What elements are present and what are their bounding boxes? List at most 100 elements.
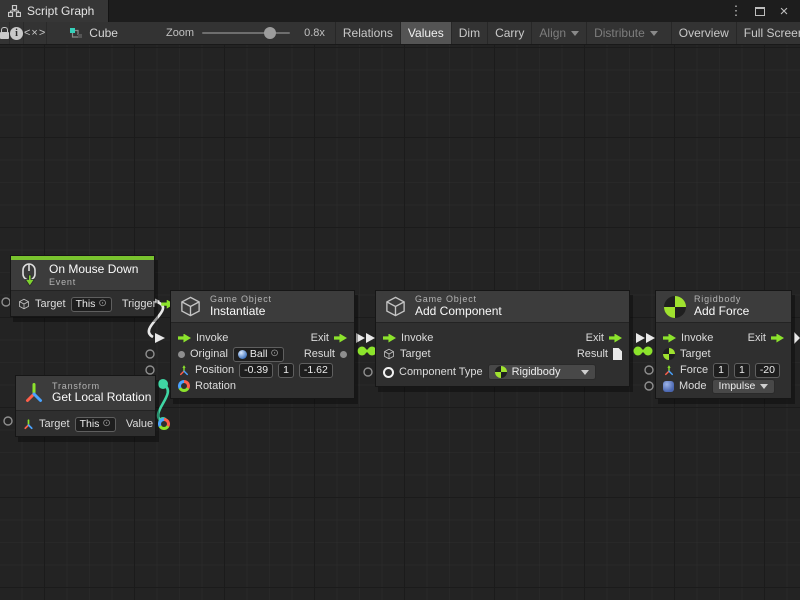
rotation-output-port[interactable] bbox=[158, 418, 170, 430]
maximize-icon[interactable] bbox=[750, 2, 770, 20]
target-port-label: Target bbox=[400, 348, 431, 360]
value-port-label: Value bbox=[126, 418, 153, 430]
title-bar: Script Graph ⋮ × bbox=[0, 0, 800, 22]
zoom-value: 0.8x bbox=[304, 27, 325, 39]
mode-dropdown[interactable]: Impulse bbox=[712, 379, 776, 394]
mode-port-label: Mode bbox=[679, 380, 707, 392]
node-title: Get Local Rotation bbox=[52, 391, 151, 405]
node-title: On Mouse Down bbox=[49, 263, 138, 277]
node-instantiate[interactable]: Game Object Instantiate Invoke Exit Orig… bbox=[170, 290, 355, 399]
tab-title: Script Graph bbox=[27, 4, 94, 18]
force-mode-icon bbox=[663, 381, 674, 392]
node-on-mouse-down[interactable]: On Mouse Down Event Target This ⊙ Trigge… bbox=[10, 255, 155, 317]
invoke-input-port[interactable] bbox=[663, 334, 676, 343]
invoke-port-label: Invoke bbox=[196, 332, 228, 344]
force-z-field[interactable]: -20 bbox=[755, 363, 780, 378]
component-type-dropdown[interactable]: Rigidbody bbox=[488, 364, 596, 380]
game-object-icon bbox=[18, 298, 30, 310]
position-x-field[interactable]: -0.39 bbox=[239, 363, 273, 378]
exit-port-label: Exit bbox=[311, 332, 329, 344]
align-button[interactable]: Align bbox=[531, 22, 586, 44]
graph-name: Cube bbox=[89, 26, 118, 40]
lock-button[interactable] bbox=[0, 22, 10, 44]
original-port-label: Original bbox=[190, 348, 228, 360]
component-type-input-port[interactable] bbox=[383, 367, 394, 378]
graph-toolbar: i <×> Cube Zoom 0.8x Relations Values Di… bbox=[0, 22, 800, 45]
target-value-field[interactable]: This ⊙ bbox=[75, 417, 116, 432]
code-preview-button[interactable]: <×> bbox=[24, 22, 47, 44]
rigidbody-icon bbox=[664, 296, 686, 318]
node-add-component[interactable]: Game Object Add Component Invoke Exit Ta… bbox=[375, 290, 630, 387]
dim-button[interactable]: Dim bbox=[451, 22, 487, 44]
graph-reference[interactable]: Cube bbox=[69, 22, 118, 44]
original-value-field[interactable]: Ball ⊙ bbox=[233, 347, 284, 362]
game-object-icon bbox=[179, 295, 202, 318]
position-icon bbox=[178, 364, 190, 376]
vector-icon bbox=[663, 364, 675, 376]
result-port-label: Result bbox=[304, 348, 335, 360]
tab-script-graph[interactable]: Script Graph bbox=[0, 0, 109, 22]
inspector-button[interactable]: i bbox=[10, 22, 24, 44]
position-z-field[interactable]: -1.62 bbox=[299, 363, 333, 378]
transform-icon bbox=[24, 382, 44, 404]
chevron-down-icon bbox=[571, 31, 579, 36]
node-add-force[interactable]: Rigidbody Add Force Invoke Exit Target bbox=[655, 290, 792, 399]
invoke-input-port[interactable] bbox=[178, 334, 191, 343]
zoom-control: Zoom 0.8x bbox=[166, 22, 325, 44]
toolbar-toggles: Relations Values Dim Carry Align Distrib… bbox=[335, 22, 800, 44]
object-picker-icon[interactable]: ⊙ bbox=[270, 349, 278, 359]
fullscreen-button[interactable]: Full Screen bbox=[736, 22, 800, 44]
mouse-down-icon bbox=[19, 263, 41, 287]
position-port-label: Position bbox=[195, 364, 234, 376]
component-result-port[interactable] bbox=[613, 348, 622, 360]
trigger-port-label: Trigger bbox=[122, 298, 156, 310]
target-port-label: Target bbox=[35, 298, 66, 310]
close-icon[interactable]: × bbox=[774, 2, 794, 20]
zoom-slider[interactable] bbox=[202, 32, 290, 34]
carry-button[interactable]: Carry bbox=[487, 22, 531, 44]
script-graph-window: Script Graph ⋮ × i <×> Cube Zoom 0.8x bbox=[0, 0, 800, 600]
distribute-button[interactable]: Distribute bbox=[586, 22, 665, 44]
code-icon: <×> bbox=[24, 27, 46, 39]
node-title: Add Force bbox=[694, 305, 749, 319]
exit-port-label: Exit bbox=[586, 332, 604, 344]
force-y-field[interactable]: 1 bbox=[734, 363, 750, 378]
object-picker-icon[interactable]: ⊙ bbox=[102, 419, 110, 429]
rotation-port-label: Rotation bbox=[195, 380, 236, 392]
overview-button[interactable]: Overview bbox=[671, 22, 736, 44]
position-y-field[interactable]: 1 bbox=[278, 363, 294, 378]
result-output-port[interactable] bbox=[340, 351, 347, 358]
info-icon: i bbox=[10, 27, 23, 40]
invoke-input-port[interactable] bbox=[383, 334, 396, 343]
node-title: Instantiate bbox=[210, 305, 272, 319]
game-object-icon bbox=[383, 348, 395, 360]
chevron-down-icon bbox=[650, 31, 658, 36]
rigidbody-icon bbox=[663, 348, 675, 360]
transform-icon bbox=[23, 419, 34, 430]
original-input-port[interactable] bbox=[178, 351, 185, 358]
ball-prefab-icon bbox=[238, 350, 247, 359]
window-controls: ⋮ × bbox=[726, 0, 800, 22]
target-value-field[interactable]: This ⊙ bbox=[71, 297, 112, 312]
exit-output-port[interactable] bbox=[609, 334, 622, 343]
node-get-local-rotation[interactable]: Transform Get Local Rotation Target This… bbox=[15, 375, 156, 437]
relations-button[interactable]: Relations bbox=[335, 22, 400, 44]
values-button[interactable]: Values bbox=[400, 22, 451, 44]
result-port-label: Result bbox=[577, 348, 608, 360]
force-port-label: Force bbox=[680, 364, 708, 376]
exit-output-port[interactable] bbox=[771, 334, 784, 343]
graph-icon bbox=[8, 5, 21, 17]
graph-canvas[interactable]: On Mouse Down Event Target This ⊙ Trigge… bbox=[0, 45, 800, 600]
force-x-field[interactable]: 1 bbox=[713, 363, 729, 378]
exit-output-port[interactable] bbox=[334, 334, 347, 343]
game-object-icon bbox=[384, 295, 407, 318]
chevron-down-icon bbox=[760, 384, 768, 389]
target-port-label: Target bbox=[39, 418, 70, 430]
lock-icon bbox=[0, 32, 9, 39]
invoke-port-label: Invoke bbox=[401, 332, 433, 344]
object-picker-icon[interactable]: ⊙ bbox=[98, 299, 106, 309]
rotation-input-port[interactable] bbox=[178, 380, 190, 392]
more-menu-icon[interactable]: ⋮ bbox=[726, 2, 746, 20]
zoom-slider-handle[interactable] bbox=[264, 27, 276, 39]
chevron-down-icon bbox=[581, 370, 589, 375]
